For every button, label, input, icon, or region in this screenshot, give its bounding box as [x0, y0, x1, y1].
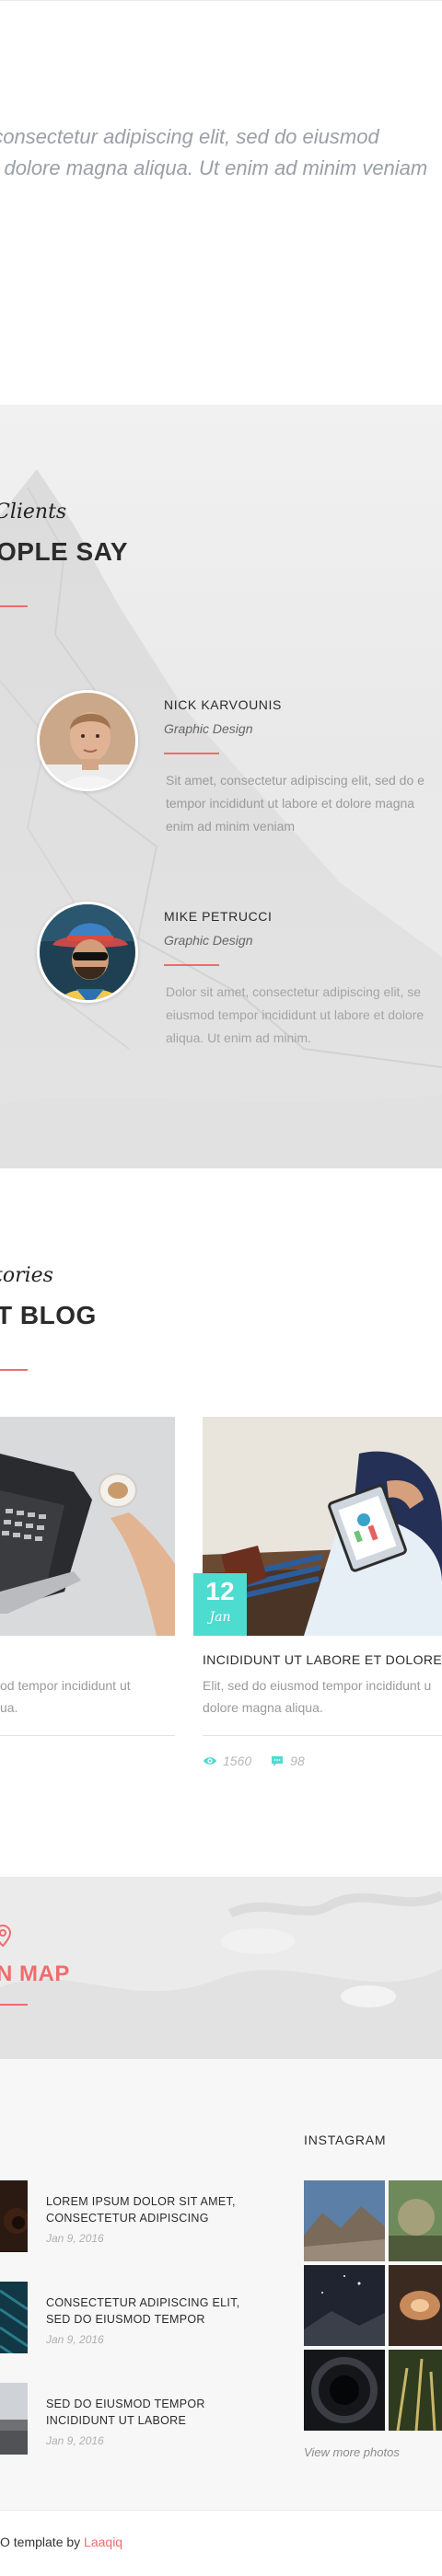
testimonial-quote-line: tempor incididunt ut labore et dolore ma…: [166, 796, 415, 811]
intro-line-1: , consectetur adipiscing elit, sed do ei…: [0, 125, 379, 148]
testimonial-quote-line: Sit amet, consectetur adipiscing elit, s…: [166, 773, 425, 788]
footer-post-thumb[interactable]: [0, 2282, 28, 2353]
testimonial-quote-line: Dolor sit amet, consectetur adipiscing e…: [166, 984, 422, 999]
testimonial-underline: [164, 753, 219, 754]
map-section: N MAP: [0, 1877, 442, 2059]
footer-post-date: Jan 9, 2016: [46, 2434, 104, 2447]
testimonial-quote-line: eiusmod tempor incididunt ut labore et d…: [166, 1007, 425, 1022]
footer-post-date: Jan 9, 2016: [46, 2232, 104, 2245]
blog-post-excerpt: Elit, sed do eiusmod tempor incididunt u…: [203, 1674, 431, 1719]
blog-post-date-month: Jan: [209, 1610, 231, 1625]
eye-icon: [204, 1757, 216, 1765]
blog-post-comments: 98: [290, 1754, 305, 1768]
blog-script-title: tories: [0, 1264, 53, 1287]
blog-post-excerpt-line: od tempor incididunt ut: [0, 1678, 131, 1693]
instagram-grid: [304, 2180, 442, 2431]
map-title: N MAP: [0, 1961, 70, 1986]
testimonial-role: Graphic Design: [164, 933, 253, 948]
footer-post-thumb[interactable]: [0, 2383, 28, 2455]
footer-post-title[interactable]: SED DO EIUSMOD TEMPOR INCIDIDUNT UT LABO…: [46, 2396, 205, 2429]
blog-post-date-badge: 12 Jan: [193, 1573, 247, 1636]
author-link[interactable]: Laaqiq: [84, 2535, 122, 2549]
top-border: [0, 0, 442, 1]
testimonials-section: Clients OPLE SAY NICK KARVOUNIS Graphic …: [0, 405, 442, 1168]
map-title-underline: [0, 2004, 28, 2006]
footer-post-title[interactable]: CONSECTETUR ADIPISCING ELIT, SED DO EIUS…: [46, 2294, 240, 2328]
testimonial-quote-line: enim ad minim veniam: [166, 819, 296, 834]
footer-post-title[interactable]: LOREM IPSUM DOLOR SIT AMET, CONSECTETUR …: [46, 2193, 236, 2226]
blog-post-image-laptop[interactable]: [0, 1417, 175, 1636]
instagram-photo[interactable]: [304, 2350, 385, 2431]
blog-post-excerpt-line: dolore magna aliqua.: [203, 1700, 323, 1715]
testimonial-quote: Sit amet, consectetur adipiscing elit, s…: [166, 769, 425, 838]
testimonial-role: Graphic Design: [164, 721, 253, 736]
footer-post-thumb[interactable]: [0, 2180, 28, 2252]
avatar-nick: [37, 690, 138, 791]
copyright-label: O template by: [0, 2535, 85, 2549]
avatar-mike: [37, 902, 138, 1003]
instagram-photo[interactable]: [304, 2180, 385, 2261]
blog-post-excerpt: od tempor incididunt ut ua.: [0, 1674, 131, 1719]
footer-post-title-line: LOREM IPSUM DOLOR SIT AMET,: [46, 2195, 236, 2208]
instagram-photo[interactable]: [304, 2265, 385, 2346]
instagram-photo[interactable]: [389, 2180, 442, 2261]
footer-post-date: Jan 9, 2016: [46, 2333, 104, 2346]
testimonial-quote-line: aliqua. Ut enim ad minim.: [166, 1030, 311, 1045]
blog-post-excerpt-line: Elit, sed do eiusmod tempor incididunt u: [203, 1678, 432, 1693]
blog-post-divider: [0, 1735, 175, 1736]
testimonial-name: NICK KARVOUNIS: [164, 697, 282, 712]
view-more-photos-link[interactable]: View more photos: [304, 2445, 400, 2459]
testimonial-name: MIKE PETRUCCI: [164, 909, 273, 924]
blog-post-excerpt-line: ua.: [0, 1700, 18, 1715]
footer-post-title-line: SED DO EIUSMOD TEMPOR: [46, 2398, 205, 2410]
blog-post-divider: [203, 1735, 442, 1736]
copyright-text: O template by Laaqiq: [0, 2535, 122, 2549]
copyright-bar: O template by Laaqiq: [0, 2510, 442, 2576]
instagram-photo[interactable]: [389, 2350, 442, 2431]
blog-post-title[interactable]: INCIDIDUNT UT LABORE ET DOLORE: [203, 1652, 442, 1667]
footer-post-title-line: CONSECTETUR ADIPISCING ELIT,: [46, 2296, 240, 2309]
blog-title-underline: [0, 1369, 28, 1371]
testimonials-script-title: Clients: [0, 500, 67, 523]
testimonial-quote: Dolor sit amet, consectetur adipiscing e…: [166, 981, 424, 1050]
intro-line-2: et dolore magna aliqua. Ut enim ad minim…: [0, 156, 428, 179]
instagram-photo[interactable]: [389, 2265, 442, 2346]
blog-post-meta: 1560 98: [203, 1754, 305, 1768]
testimonials-title: OPLE SAY: [0, 537, 129, 566]
testimonials-title-underline: [0, 605, 28, 607]
blog-post-date-day: 12: [205, 1577, 235, 1605]
testimonial-underline: [164, 964, 219, 966]
intro-paragraph: , consectetur adipiscing elit, sed do ei…: [0, 121, 442, 184]
footer-post-title-line: CONSECTETUR ADIPISCING: [46, 2212, 209, 2225]
instagram-title: INSTAGRAM: [304, 2133, 387, 2147]
blog-post-views: 1560: [223, 1754, 252, 1768]
footer-post-title-line: INCIDIDUNT UT LABORE: [46, 2414, 187, 2427]
footer: LOREM IPSUM DOLOR SIT AMET, CONSECTETUR …: [0, 2059, 442, 2510]
footer-post-title-line: SED DO EIUSMOD TEMPOR: [46, 2313, 205, 2326]
location-pin-icon: [0, 1925, 11, 1947]
blog-title: T BLOG: [0, 1301, 97, 1329]
comment-icon: [272, 1756, 284, 1766]
